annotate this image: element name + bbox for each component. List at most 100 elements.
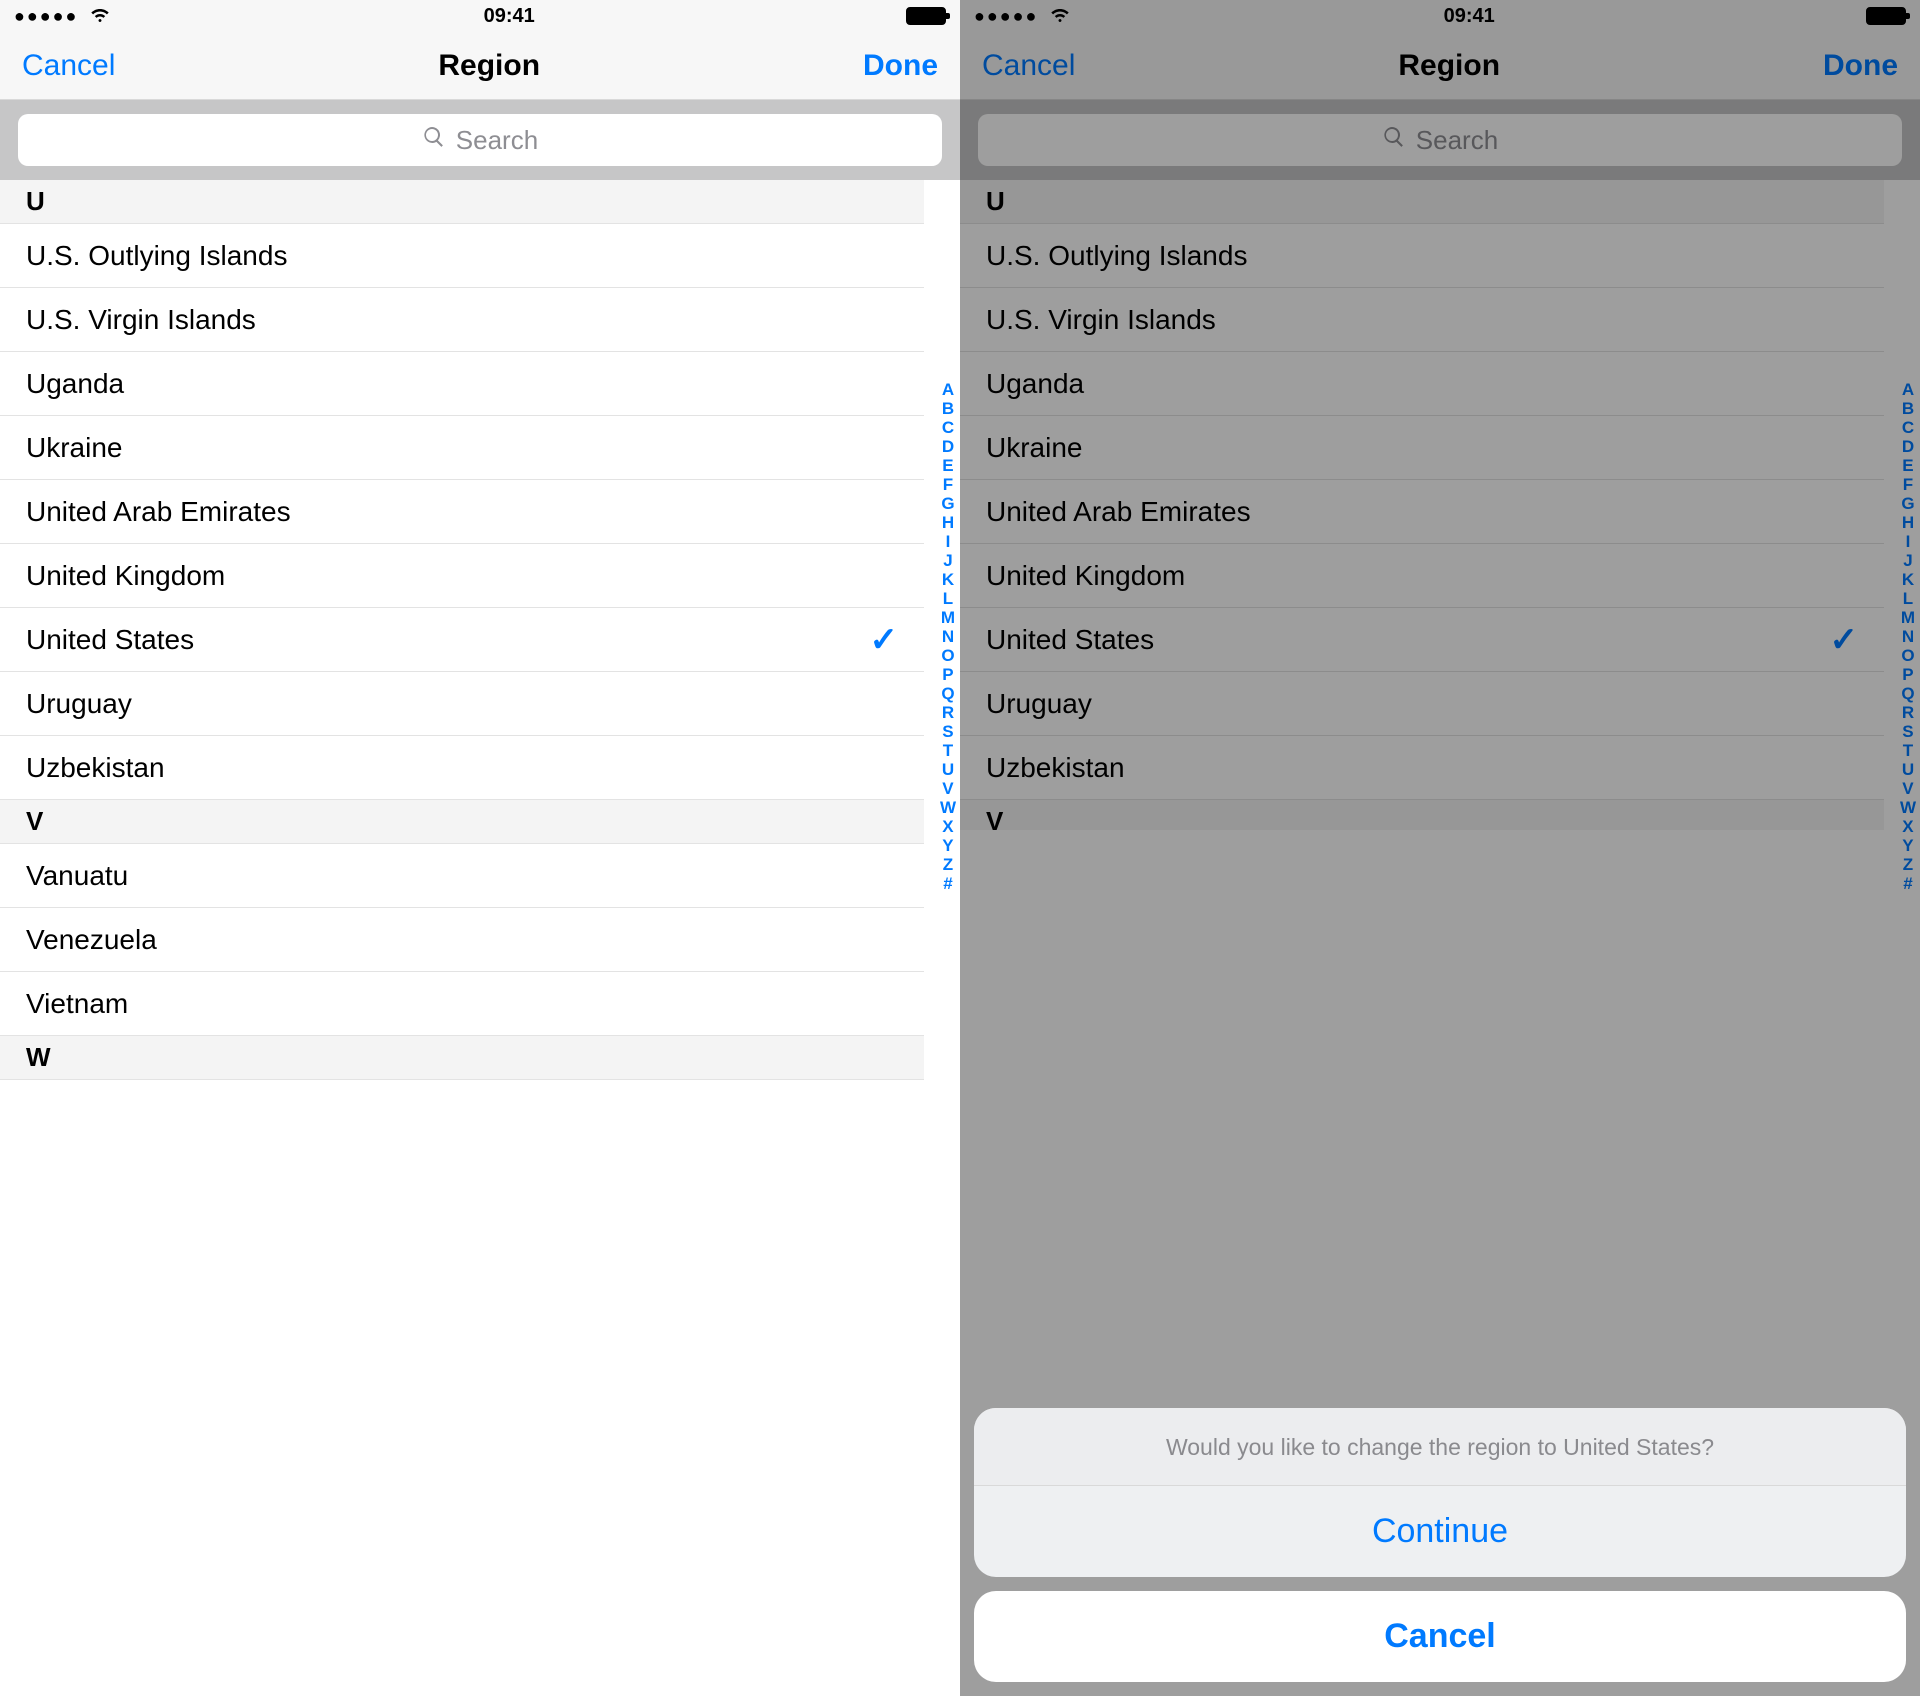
index-letter[interactable]: P: [1902, 665, 1913, 684]
index-letter[interactable]: T: [1903, 741, 1913, 760]
index-letter[interactable]: I: [946, 532, 951, 551]
index-letter[interactable]: V: [1902, 779, 1913, 798]
search-input[interactable]: Search: [18, 114, 942, 166]
signal-dots-icon: ●●●●●: [974, 6, 1038, 27]
index-letter[interactable]: H: [1902, 513, 1914, 532]
index-letter[interactable]: F: [1903, 475, 1913, 494]
list-item[interactable]: U.S. Virgin Islands: [0, 288, 924, 352]
index-letter[interactable]: J: [943, 551, 952, 570]
index-letter[interactable]: #: [943, 874, 952, 893]
index-letter[interactable]: C: [1902, 418, 1914, 437]
list-item[interactable]: U.S. Outlying Islands: [0, 224, 924, 288]
index-letter[interactable]: I: [1906, 532, 1911, 551]
index-letter[interactable]: Q: [1901, 684, 1914, 703]
index-letter[interactable]: B: [942, 399, 954, 418]
index-letter[interactable]: P: [942, 665, 953, 684]
search-input[interactable]: Search: [978, 114, 1902, 166]
status-bar: ●●●●● 09:41: [960, 0, 1920, 32]
index-letter[interactable]: J: [1903, 551, 1912, 570]
index-letter[interactable]: D: [942, 437, 954, 456]
list-item[interactable]: Uganda: [0, 352, 924, 416]
list-item-selected[interactable]: United States ✓: [960, 608, 1884, 672]
index-letter[interactable]: Q: [941, 684, 954, 703]
list-item-selected[interactable]: United States ✓: [0, 608, 924, 672]
index-letter[interactable]: T: [943, 741, 953, 760]
list-item[interactable]: United Arab Emirates: [960, 480, 1884, 544]
index-letter[interactable]: M: [1901, 608, 1915, 627]
list-item[interactable]: Uruguay: [960, 672, 1884, 736]
index-letter[interactable]: Z: [943, 855, 953, 874]
page-title: Region: [438, 49, 540, 83]
search-placeholder: Search: [1416, 125, 1498, 156]
index-letter[interactable]: O: [1901, 646, 1914, 665]
index-letter[interactable]: R: [942, 703, 954, 722]
index-letter[interactable]: G: [941, 494, 954, 513]
list-item[interactable]: Uruguay: [0, 672, 924, 736]
index-letter[interactable]: N: [1902, 627, 1914, 646]
cancel-button[interactable]: Cancel: [22, 49, 115, 83]
list-item[interactable]: Vietnam: [0, 972, 924, 1036]
index-letter[interactable]: W: [940, 798, 956, 817]
battery-icon: [1866, 7, 1906, 25]
index-letter[interactable]: G: [1901, 494, 1914, 513]
region-list[interactable]: U U.S. Outlying Islands U.S. Virgin Isla…: [960, 180, 1920, 830]
index-letter[interactable]: S: [942, 722, 953, 741]
index-letter[interactable]: A: [1902, 380, 1914, 399]
cancel-button[interactable]: Cancel: [982, 49, 1075, 83]
list-item-label: Uruguay: [26, 688, 132, 720]
index-letter[interactable]: N: [942, 627, 954, 646]
index-letter[interactable]: K: [1902, 570, 1914, 589]
list-item[interactable]: Uganda: [960, 352, 1884, 416]
list-item[interactable]: United Kingdom: [960, 544, 1884, 608]
list-item[interactable]: Vanuatu: [0, 844, 924, 908]
list-item[interactable]: Uzbekistan: [0, 736, 924, 800]
list-item[interactable]: Uzbekistan: [960, 736, 1884, 800]
index-letter[interactable]: B: [1902, 399, 1914, 418]
status-right: [1866, 7, 1906, 25]
index-letter[interactable]: D: [1902, 437, 1914, 456]
done-button[interactable]: Done: [863, 49, 938, 83]
list-item[interactable]: Venezuela: [0, 908, 924, 972]
search-bar: Search: [0, 100, 960, 180]
done-button[interactable]: Done: [1823, 49, 1898, 83]
list-item[interactable]: U.S. Outlying Islands: [960, 224, 1884, 288]
action-sheet-cancel-button[interactable]: Cancel: [974, 1591, 1906, 1682]
index-scroll-bar[interactable]: ABCDEFGHIJKLMNOPQRSTUVWXYZ#: [940, 380, 956, 893]
index-letter[interactable]: U: [1902, 760, 1914, 779]
index-letter[interactable]: C: [942, 418, 954, 437]
index-letter[interactable]: Z: [1903, 855, 1913, 874]
index-letter[interactable]: A: [942, 380, 954, 399]
index-letter[interactable]: Y: [1902, 836, 1913, 855]
index-letter[interactable]: #: [1903, 874, 1912, 893]
index-letter[interactable]: S: [1902, 722, 1913, 741]
list-item[interactable]: United Kingdom: [0, 544, 924, 608]
index-letter[interactable]: H: [942, 513, 954, 532]
index-letter[interactable]: M: [941, 608, 955, 627]
region-list[interactable]: U U.S. Outlying Islands U.S. Virgin Isla…: [0, 180, 960, 1080]
list-item[interactable]: U.S. Virgin Islands: [960, 288, 1884, 352]
list-item[interactable]: Ukraine: [960, 416, 1884, 480]
index-letter[interactable]: X: [1902, 817, 1913, 836]
section-header-v-partial: V: [960, 800, 1884, 830]
list-item-label: United Arab Emirates: [26, 496, 291, 528]
index-letter[interactable]: E: [1902, 456, 1913, 475]
index-letter[interactable]: X: [942, 817, 953, 836]
index-letter[interactable]: E: [942, 456, 953, 475]
index-letter[interactable]: R: [1902, 703, 1914, 722]
list-item-label: U.S. Outlying Islands: [26, 240, 287, 272]
index-letter[interactable]: V: [942, 779, 953, 798]
index-scroll-bar[interactable]: ABCDEFGHIJKLMNOPQRSTUVWXYZ#: [1900, 380, 1916, 893]
signal-dots-icon: ●●●●●: [14, 6, 78, 27]
index-letter[interactable]: W: [1900, 798, 1916, 817]
search-bar: Search: [960, 100, 1920, 180]
list-item[interactable]: United Arab Emirates: [0, 480, 924, 544]
index-letter[interactable]: U: [942, 760, 954, 779]
index-letter[interactable]: Y: [942, 836, 953, 855]
index-letter[interactable]: K: [942, 570, 954, 589]
index-letter[interactable]: O: [941, 646, 954, 665]
index-letter[interactable]: L: [1903, 589, 1913, 608]
index-letter[interactable]: L: [943, 589, 953, 608]
list-item[interactable]: Ukraine: [0, 416, 924, 480]
index-letter[interactable]: F: [943, 475, 953, 494]
continue-button[interactable]: Continue: [974, 1486, 1906, 1577]
